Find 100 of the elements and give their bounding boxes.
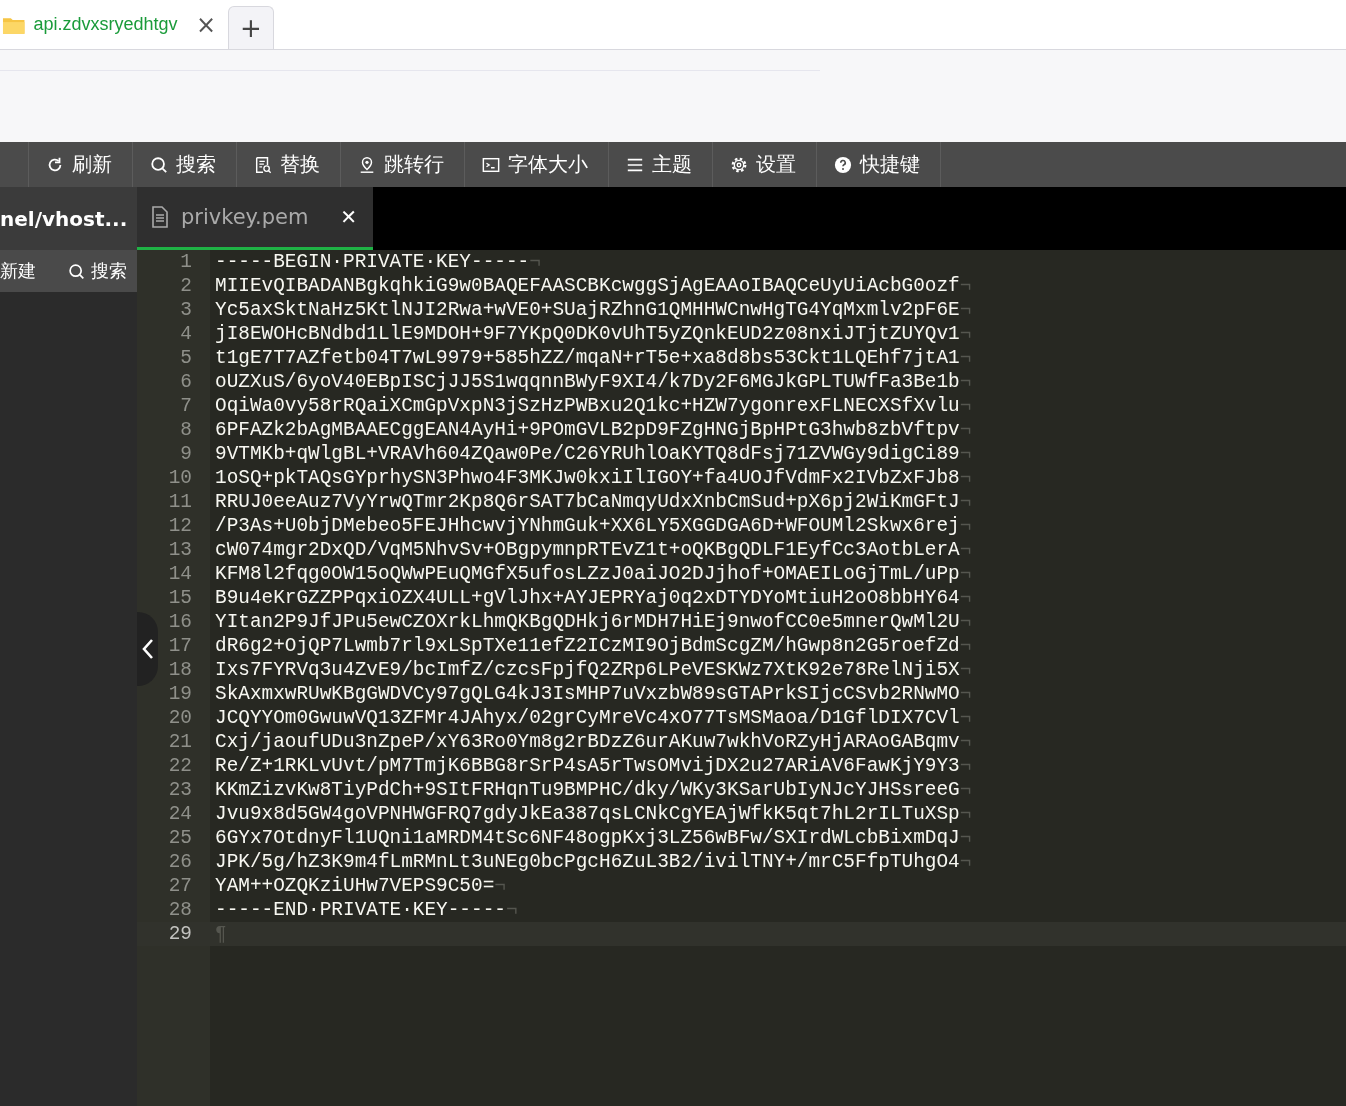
refresh-icon [46,155,64,174]
line-number: 15 [137,586,210,610]
line-end-mark: ¬ [959,539,972,561]
file-path-tab[interactable]: nel/vhost... [0,187,137,250]
line-end-mark: ¬ [959,371,972,393]
line-number: 19 [137,682,210,706]
line-end-mark: ¬ [959,419,972,441]
line-number: 22 [137,754,210,778]
line-number: 8 [137,418,210,442]
close-tab-button[interactable]: ✕ [340,205,357,229]
new-tab-button[interactable]: + [228,6,274,49]
line-number: 21 [137,730,210,754]
line-end-mark: ¬ [959,563,972,585]
line-number: 24 [137,802,210,826]
line-number: 13 [137,538,210,562]
code-text: MIIEvQIBADANBgkqhkiG9w0BAQEFAASCBKcwggSjAgEAAoIBAQCeUyUiAcbG0ozf [215,275,960,297]
line-end-mark: ¬ [959,587,972,609]
code-text: t1gE7T7AZfetb04T7wL9979+585hZZ/mqaN+rT5e+xa8d8bs53Ckt1LQEhf7jtA1 [215,347,960,369]
sidebar-button[interactable]: 新建 [0,259,46,283]
line-end-mark: ¬ [959,635,972,657]
line-end-mark: ¬ [959,515,972,537]
line-number: 9 [137,442,210,466]
line-end-mark: ¬ [959,779,972,801]
document-search-icon [254,155,272,174]
line-end-mark: ¬ [959,611,972,633]
line-end-mark: ¬ [959,443,972,465]
code-text: Ixs7FYRVq3u4ZvE9/bcImfZ/czcsFpjfQ2ZRp6LPeVESKWz7XtK92e78RelNji5X [215,659,960,681]
line-end-mark: ¬ [505,899,518,921]
code-text: SkAxmxwRUwKBgGWDVCy97gQLG4kJ3IsMHP7uVxzbW89sGTAPrkSIjcCSvb2RNwMO [215,683,960,705]
code-text: 9VTMKb+qWlgBL+VRAVh604ZQaw0Pe/C26YRUhlOaKYTQ8dFsj71ZVWGy9digCi89 [215,443,960,465]
line-end-mark: ¬ [959,299,972,321]
code-text: KFM8l2fqg0OW15oQWwPEuQMGfX5ufosLZzJ0aiJO2DJjhof+OMAEILoGjTmL/uPp [215,563,960,585]
code-text: JCQYYOm0GwuwVQ13ZFMr4JAhyx/02grCyMreVc4xO77TsMSMaoa/D1GflDIX7CVl [215,707,960,729]
search-icon [150,155,168,174]
close-tab-button[interactable]: × [195,10,216,39]
line-end-mark: ¬ [959,851,972,873]
tab-title: api.zdvxsryedhtgv [33,14,179,35]
line-number: 23 [137,778,210,802]
line-end-mark: ¬ [959,491,972,513]
code-text: KKmZizvKw8TiyPdCh+9SItFRHqnTu9BMPHC/dky/WKy3KSarUbIyNJcYJHSsreeG [215,779,960,801]
help-icon [834,155,852,174]
code-text: Cxj/jaoufUDu3nZpeP/xY63Ro0Ym8g2rBDzZ6urAKuw7wkhVoRZyHjARAoGABqmv [215,731,960,753]
line-number: 10 [137,466,210,490]
location-pin-icon [358,155,376,174]
line-number: 27 [137,874,210,898]
line-number: 7 [137,394,210,418]
line-number: 14 [137,562,210,586]
code-text: Jvu9x8d5GW4goVPNHWGFRQ7gdyJkEa387qsLCNkCgYEAjWfkK5qt7hL2rILTuXSp [215,803,960,825]
code-text: 6GYx7OtdnyFl1UQni1aMRDM4tSc6NF48ogpKxj3LZ56wBFw/SXIrdWLcbBixmDqJ [215,827,960,849]
code-text: JPK/5g/hZ3K9m4fLmRMnLt3uNEg0bcPgcH6ZuL3B2/ivilTNY+/mrC5FfpTUhgO4 [215,851,960,873]
line-number: 20 [137,706,210,730]
settings-icon [730,155,748,174]
code-text: 6PFAZk2bAgMBAAECggEAN4AyHi+9POmGVLB2pD9FZgHNGjBpHPtG3hwb8zbVftpv [215,419,960,441]
line-end-mark: ¬ [959,395,972,417]
line-end-mark: ¬ [494,875,506,897]
line-end-mark: ¬ [959,323,972,345]
collapse-handle[interactable] [137,612,158,686]
line-end-mark: ¬ [959,803,972,825]
line-end-mark: ¬ [959,827,972,849]
line-end-mark: ¬ [959,347,972,369]
browser-tab[interactable]: api.zdvxsryedhtgv × [0,0,228,49]
code-text: Re/Z+1RKLvUvt/pM7TmjK6BBG8rSrP4sA5rTwsOMvijDX2u27ARiAV6FawKjY9Y3 [215,755,960,777]
line-number: 28 [137,898,210,922]
code-text: Yc5axSktNaHz5KtlNJI2Rwa+wVE0+SUajRZhnG1QMHHWCnwHgTG4YqMxmlv2pF6E [215,299,960,321]
search-icon [68,262,85,280]
terminal-icon [482,155,500,174]
code-text: jI8EWOHcBNdbd1LlE9MDOH+9F7YKpQ0DK0vUhT5yZQnkEUD2z08nxiJTjtZUYQv1 [215,323,960,345]
line-number: 12 [137,514,210,538]
sidebar-button[interactable]: 搜索 [68,259,137,283]
line-end-mark: ¬ [529,251,541,273]
code-text: B9u4eKrGZZPPqxiOZX4ULL+gVlJhx+AYJEPRYaj0q2xDTYDYoMtiuH2oO8bbHY64 [215,587,960,609]
code-text: oUZXuS/6yoV40EBpISCjJJ5S1wqqnnBWyF9XI4/k7Dy2F6MGJkGPLTUWfFa3Be1b [215,371,960,393]
file-tab[interactable]: privkey.pem ✕ [137,187,373,250]
code-text: OqiWa0vy58rRQaiXCmGpVxpN3jSzHzPWBxu2Q1kc+HZW7ygonrexFLNECXSfXvlu [215,395,960,417]
line-number: 2 [137,274,210,298]
line-number: 26 [137,850,210,874]
code-text: YAM++OZQKziUHw7VEPS9C50= [215,875,495,897]
code-text: cW074mgr2DxQD/VqM5NhvSv+OBgpymnpRTEvZ1t+oQKBgQDLF1EyfCc3AotbLerA [215,539,960,561]
line-number: 5 [137,346,210,370]
chevron-left-icon [140,637,155,661]
line-number: 6 [137,370,210,394]
document-icon [151,206,169,228]
line-end-mark: ¬ [959,755,972,777]
line-number: 3 [137,298,210,322]
code-text: /P3As+U0bjDMebeo5FEJHhcwvjYNhmGuk+XX6LY5XGGDGA6D+WFOUMl2Skwx6rej [215,515,960,537]
line-end-mark: ¬ [959,731,972,753]
line-number: 4 [137,322,210,346]
code-text: -----END·PRIVATE·KEY----- [215,899,506,921]
code-text: RRUJ0eeAuz7VyYrwQTmr2Kp8Q6rSAT7bCaNmqyUdxXnbCmSud+pX6pj2WiKmGFtJ [215,491,960,513]
line-end-mark: ¬ [959,275,972,297]
code-text: 1oSQ+pkTAQsGYprhySN3Phwo4F3MKJw0kxiIlIGOY+fa4UOJfVdmFx2IVbZxFJb8 [215,467,960,489]
line-end-mark: ¶ [215,923,227,945]
line-number: 25 [137,826,210,850]
line-end-mark: ¬ [959,707,972,729]
line-number: 1 [137,250,210,274]
code-text: -----BEGIN·PRIVATE·KEY----- [215,251,530,273]
line-end-mark: ¬ [959,683,972,705]
line-end-mark: ¬ [959,659,972,681]
line-number: 11 [137,490,210,514]
code-text: dR6g2+OjQP7Lwmb7rl9xLSpTXe11efZ2ICzMI9OjBdmScgZM/hGwp8n2G5roefZd [215,635,960,657]
